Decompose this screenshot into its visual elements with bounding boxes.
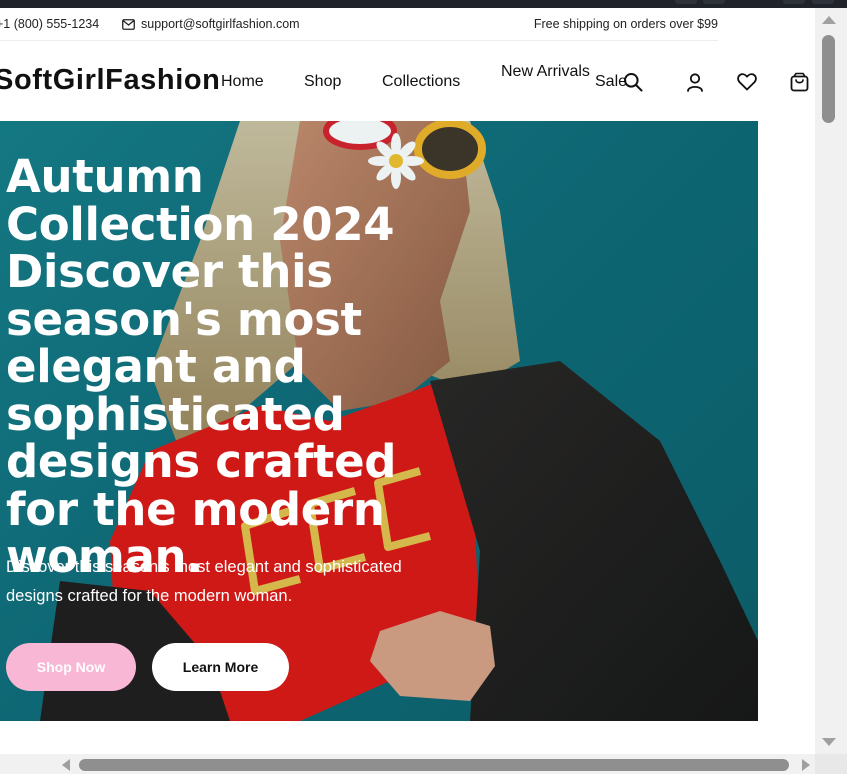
shop-now-button[interactable]: Shop Now — [6, 643, 136, 691]
email-contact[interactable]: support@softgirlfashion.com — [122, 17, 300, 31]
email-address: support@softgirlfashion.com — [141, 17, 300, 31]
shopping-bag-icon — [790, 72, 808, 92]
phone-number[interactable]: +1 (800) 555-1234 — [0, 17, 99, 31]
hero-subtitle: Discover this season's most elegant and … — [6, 558, 402, 605]
top-info-bar: +1 (800) 555-1234 support@softgirlfashio… — [0, 8, 718, 41]
horizontal-scrollbar[interactable] — [0, 754, 815, 774]
main-navigation: SoftGirlFashion Home Shop Collections Ne… — [0, 42, 815, 121]
vertical-scroll-thumb[interactable] — [822, 35, 835, 123]
window-control[interactable] — [675, 0, 697, 4]
window-control[interactable] — [703, 0, 725, 4]
scroll-down-arrow-icon[interactable] — [822, 738, 836, 746]
window-top-strip — [0, 0, 847, 8]
scroll-right-arrow-icon[interactable] — [802, 759, 810, 771]
hero-banner: Autumn Collection 2024 Discover this sea… — [0, 121, 758, 721]
window-control[interactable] — [783, 0, 805, 4]
browser-window: +1 (800) 555-1234 support@softgirlfashio… — [0, 0, 847, 774]
window-control[interactable] — [812, 0, 834, 4]
heart-icon — [737, 73, 757, 91]
page-viewport: +1 (800) 555-1234 support@softgirlfashio… — [0, 8, 815, 754]
brand-logo[interactable]: SoftGirlFashion — [0, 64, 221, 97]
user-icon — [687, 72, 703, 92]
search-button[interactable] — [621, 70, 645, 94]
nav-link-new-arrivals[interactable]: New Arrivals — [501, 60, 590, 83]
nav-link-shop[interactable]: Shop — [304, 73, 341, 91]
cart-button[interactable] — [787, 70, 811, 94]
account-button[interactable] — [683, 70, 707, 94]
nav-link-home[interactable]: Home — [221, 73, 264, 91]
vertical-scrollbar[interactable] — [815, 8, 847, 754]
mail-icon — [122, 18, 135, 30]
nav-link-collections[interactable]: Collections — [382, 73, 460, 91]
learn-more-button[interactable]: Learn More — [152, 643, 289, 691]
scrollbar-corner — [815, 754, 847, 774]
scroll-left-arrow-icon[interactable] — [62, 759, 70, 771]
shipping-notice: Free shipping on orders over $99 — [533, 17, 718, 31]
scroll-up-arrow-icon[interactable] — [822, 16, 836, 24]
hero-title: Autumn Collection 2024 Discover this sea… — [6, 150, 397, 583]
horizontal-scroll-thumb[interactable] — [79, 759, 789, 771]
search-icon — [624, 73, 643, 92]
wishlist-button[interactable] — [735, 70, 759, 94]
